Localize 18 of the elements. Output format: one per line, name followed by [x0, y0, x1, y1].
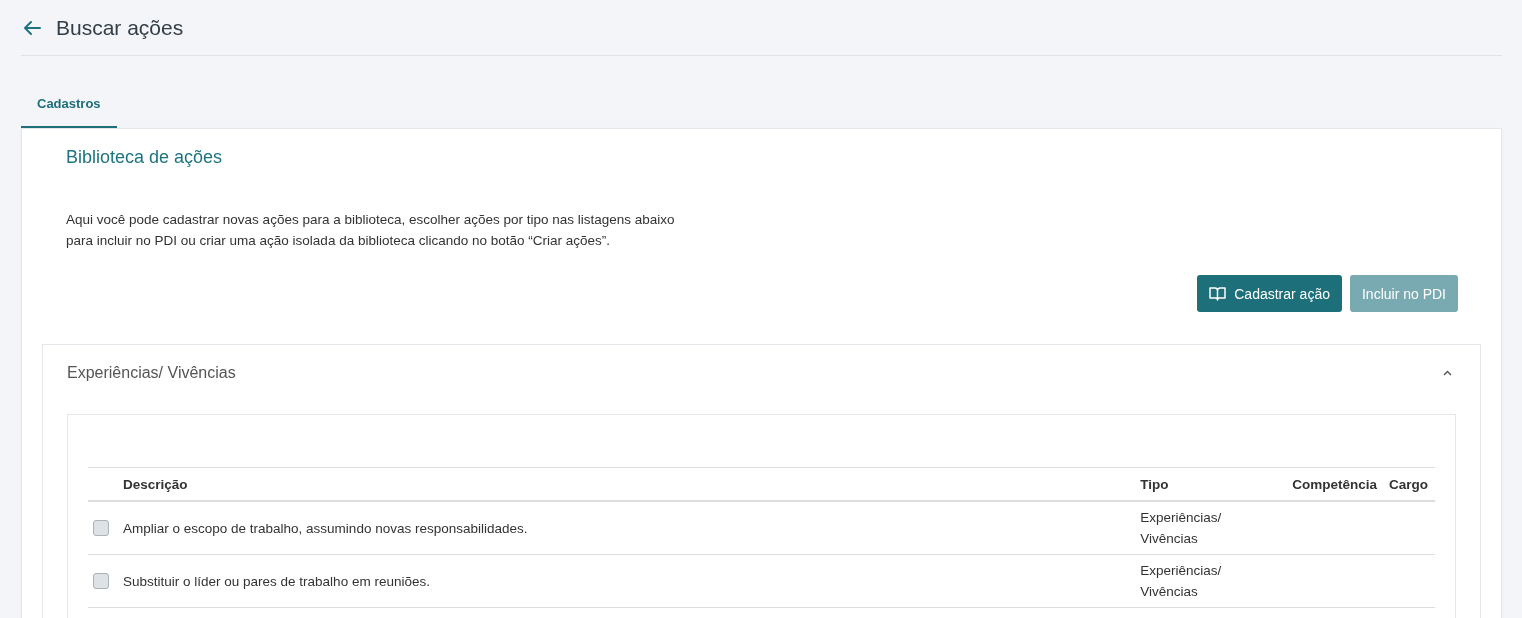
- back-arrow-icon[interactable]: [23, 19, 41, 36]
- table-cell: Substituir o líder ou pares de trabalho em reuniões.: [117, 554, 1135, 608]
- description-text: Aqui você pode cadastrar novas ações para a biblioteca, escolher ações por tipo nas listagens abaixo para incluir no PDI ou criar uma ação isolada da biblioteca clicando no botão “Criar ações”.: [66, 211, 676, 250]
- column-header: Competência: [1286, 467, 1383, 501]
- column-header: Descrição: [117, 467, 1135, 501]
- table-cell: Experiências/ Vivências: [1134, 554, 1287, 608]
- row-checkbox[interactable]: [93, 520, 109, 536]
- chevron-up-icon[interactable]: [1443, 370, 1452, 376]
- accordion-title[interactable]: Experiências/ Vivências: [67, 364, 236, 382]
- column-header: Cargo: [1383, 467, 1435, 501]
- section-title: Biblioteca de ações: [66, 147, 224, 168]
- row-checkbox[interactable]: [93, 573, 109, 589]
- page-title: Buscar ações: [56, 15, 184, 40]
- column-header: Tipo: [1134, 467, 1287, 501]
- table-cell: Experiências/ Vivências: [1134, 501, 1287, 555]
- book-icon[interactable]: [1209, 286, 1227, 301]
- table-cell: Ampliar o escopo de trabalho, assumindo novas responsabilidades.: [117, 501, 1135, 555]
- register-button[interactable]: Cadastrar ação: [1197, 275, 1342, 312]
